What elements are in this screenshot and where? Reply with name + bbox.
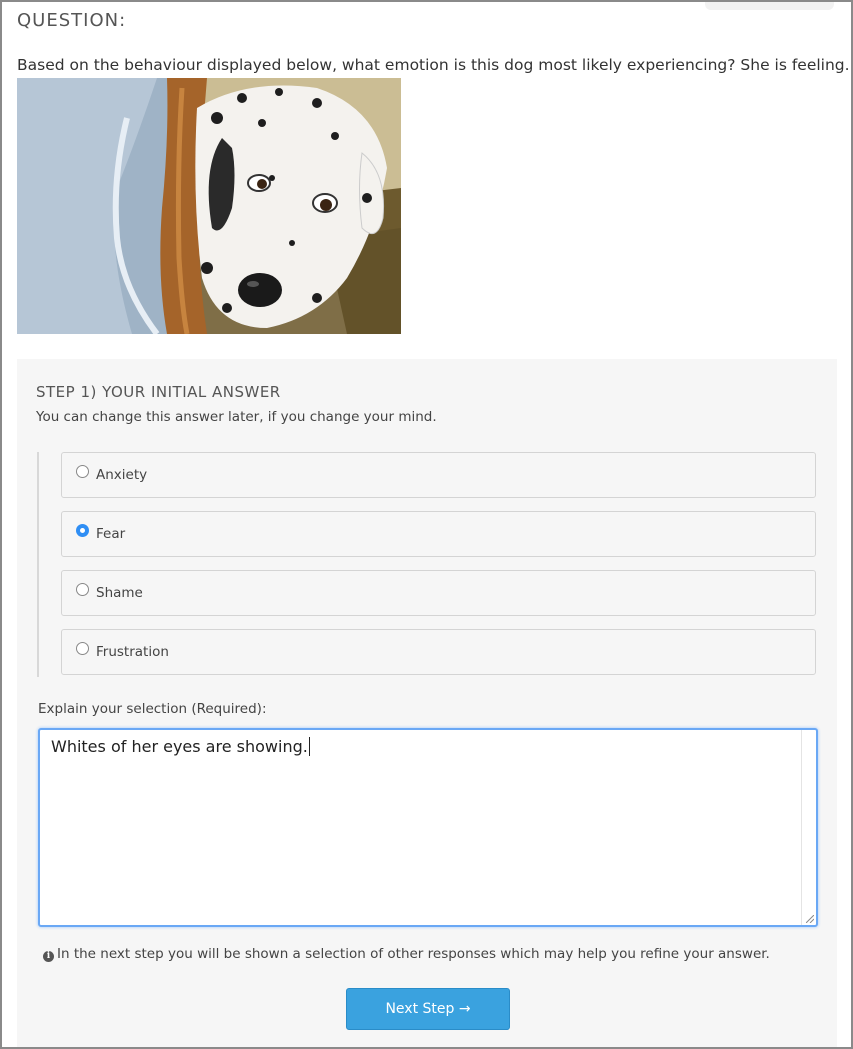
step-title: STEP 1) YOUR INITIAL ANSWER: [36, 383, 281, 401]
next-step-button[interactable]: Next Step →: [346, 988, 510, 1030]
step-subtitle: You can change this answer later, if you…: [36, 409, 437, 425]
option-label: Frustration: [96, 644, 169, 660]
answer-options: Anxiety Fear Shame Frustration: [37, 452, 819, 677]
question-heading: QUESTION:: [17, 10, 127, 31]
info-note: i In the next step you will be shown a se…: [43, 946, 770, 962]
option-anxiety[interactable]: Anxiety: [61, 452, 816, 498]
option-label: Anxiety: [96, 467, 148, 483]
option-frustration[interactable]: Frustration: [61, 629, 816, 675]
option-label: Fear: [96, 526, 126, 542]
info-icon: i: [43, 951, 54, 962]
question-text: Based on the behaviour displayed below, …: [17, 56, 853, 74]
answer-panel: STEP 1) YOUR INITIAL ANSWER You can chan…: [17, 359, 837, 1047]
info-text: In the next step you will be shown a sel…: [57, 946, 770, 962]
option-fear[interactable]: Fear: [61, 511, 816, 557]
option-label: Shame: [96, 585, 143, 601]
radio-fear[interactable]: [76, 524, 89, 537]
option-shame[interactable]: Shame: [61, 570, 816, 616]
radio-anxiety[interactable]: [76, 465, 89, 478]
resize-grip-icon[interactable]: [806, 915, 814, 923]
top-tab: [705, 2, 834, 10]
radio-shame[interactable]: [76, 583, 89, 596]
textarea-scrollbar[interactable]: [801, 730, 816, 925]
explain-textarea[interactable]: Whites of her eyes are showing.: [38, 728, 818, 927]
radio-frustration[interactable]: [76, 642, 89, 655]
explain-text-wrap: Whites of her eyes are showing.: [51, 737, 310, 756]
text-caret: [308, 737, 310, 756]
explain-label: Explain your selection (Required):: [38, 701, 267, 717]
dog-photo: [17, 78, 401, 334]
explain-text: Whites of her eyes are showing.: [51, 737, 308, 756]
page-frame: QUESTION: Based on the behaviour display…: [0, 0, 853, 1049]
